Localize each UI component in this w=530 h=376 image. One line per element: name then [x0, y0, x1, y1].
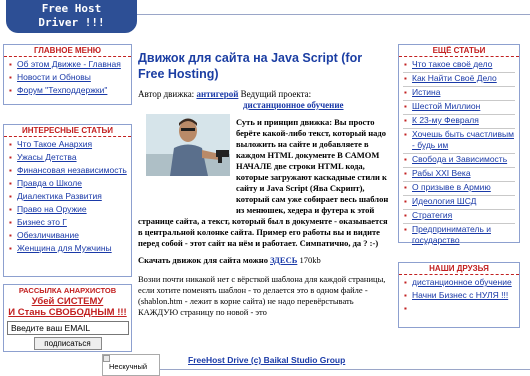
engine-notes: Возни почти никакой нет с вёрсткой шабло… [138, 274, 386, 317]
download-link[interactable]: ЗДЕСЬ [270, 255, 297, 265]
friends-box: Наши друзья дистанционное обучение Начни… [398, 262, 520, 328]
article-link[interactable]: Обезличивание [8, 230, 127, 241]
article-link[interactable]: Рабы XXI Века [403, 167, 515, 179]
footer-copyright[interactable]: FreeHost Drive (c) Baikal Studio Group [188, 355, 345, 365]
interesting-articles-box: Интересные статьи Что Такое Анархия Ужас… [3, 124, 132, 277]
main-content: Движок для сайта на Java Script (for Fre… [138, 50, 390, 318]
author-link[interactable]: антигерой [196, 89, 238, 99]
article-link[interactable]: Предприниматель и государство [403, 223, 515, 246]
article-link[interactable]: К 23-му Февраля [403, 114, 515, 126]
menu-item-forum[interactable]: Форум "Техподдержки" [8, 85, 127, 96]
main-menu-title: Главное меню [4, 45, 131, 57]
author-label: Автор движка: [138, 89, 195, 99]
footer-banner-image[interactable]: Нескучный [102, 354, 160, 376]
article-link[interactable]: Стратегия [403, 209, 515, 221]
article-link[interactable]: Как Найти Своё Дело [403, 72, 515, 84]
download-line: Скачать движок для сайта можно ЗДЕСЬ 170… [138, 255, 390, 266]
more-articles-box: Ещё статьи Что такое своё дело Как Найти… [398, 44, 520, 246]
more-articles-title: Ещё статьи [399, 45, 519, 57]
project-label: Ведущий проекта: [240, 89, 312, 99]
mailing-list-title: Рассылка анархистов [18, 286, 117, 295]
mailing-slogan-1[interactable]: Убей СИСТЕМУ [4, 296, 131, 307]
interesting-articles-title: Интересные статьи [4, 125, 131, 137]
authors-line: Автор движка: антигерой Ведущий проекта:… [138, 89, 390, 111]
mailing-list-box: Рассылка анархистов Убей СИСТЕМУ И Стань… [3, 284, 132, 352]
article-link[interactable]: Финансовая независимость [8, 165, 127, 176]
header-divider [137, 14, 530, 15]
friend-link[interactable]: Начни Бизнес с НУЛЯ !!! [403, 290, 515, 301]
logo-line-1: Free Host [41, 2, 102, 15]
man-with-pistol-image [146, 114, 230, 176]
subscribe-button[interactable]: подписаться [33, 337, 102, 350]
broken-image-icon [103, 355, 110, 362]
article-link[interactable]: Правда о Школе [8, 178, 127, 189]
mailing-slogan-2[interactable]: И Стань СВОБОДНЫМ !!! [4, 307, 131, 318]
article-link[interactable]: Что Такое Анархия [8, 139, 127, 150]
author-photo [146, 114, 230, 176]
download-size: 170kb [299, 255, 321, 265]
article-link[interactable]: Хочешь быть счастливым - будь им [403, 128, 515, 151]
footer-banner-alt: Нескучный [109, 362, 148, 371]
article-link[interactable]: Диалектика Развития [8, 191, 127, 202]
article-link[interactable]: О призыве в Армию [403, 181, 515, 193]
article-link[interactable]: Бизнес это Г [8, 217, 127, 228]
article-link[interactable]: Истина [403, 86, 515, 98]
menu-item-news[interactable]: Новости и Обновы [8, 72, 127, 83]
page-title: Движок для сайта на Java Script (for Fre… [138, 51, 363, 81]
article-link[interactable]: Шестой Миллион [403, 100, 515, 112]
logo-line-2: Driver !!! [38, 16, 105, 29]
site-logo[interactable]: Free Host Driver !!! [6, 0, 137, 33]
article-link[interactable]: Идеология ШСД [403, 195, 515, 207]
menu-item-about[interactable]: Об этом Движке - Главная [8, 59, 127, 70]
article-link[interactable]: Свобода и Зависимость [403, 153, 515, 165]
project-link[interactable]: дистанционное обучение [243, 100, 344, 110]
footer-divider [160, 369, 530, 370]
article-link[interactable]: Женщина для Мужчины [8, 243, 127, 254]
email-input[interactable] [7, 321, 129, 335]
download-label: Скачать движок для сайта можно [138, 255, 268, 265]
article-link[interactable]: Что такое своё дело [403, 59, 515, 70]
main-menu-box: Главное меню Об этом Движке - Главная Но… [3, 44, 132, 105]
article-link[interactable]: Право на Оружие [8, 204, 127, 215]
article-link[interactable]: Ужасы Детства [8, 152, 127, 163]
friend-link[interactable]: дистанционное обучение [403, 277, 515, 288]
friends-title: Наши друзья [399, 263, 519, 275]
